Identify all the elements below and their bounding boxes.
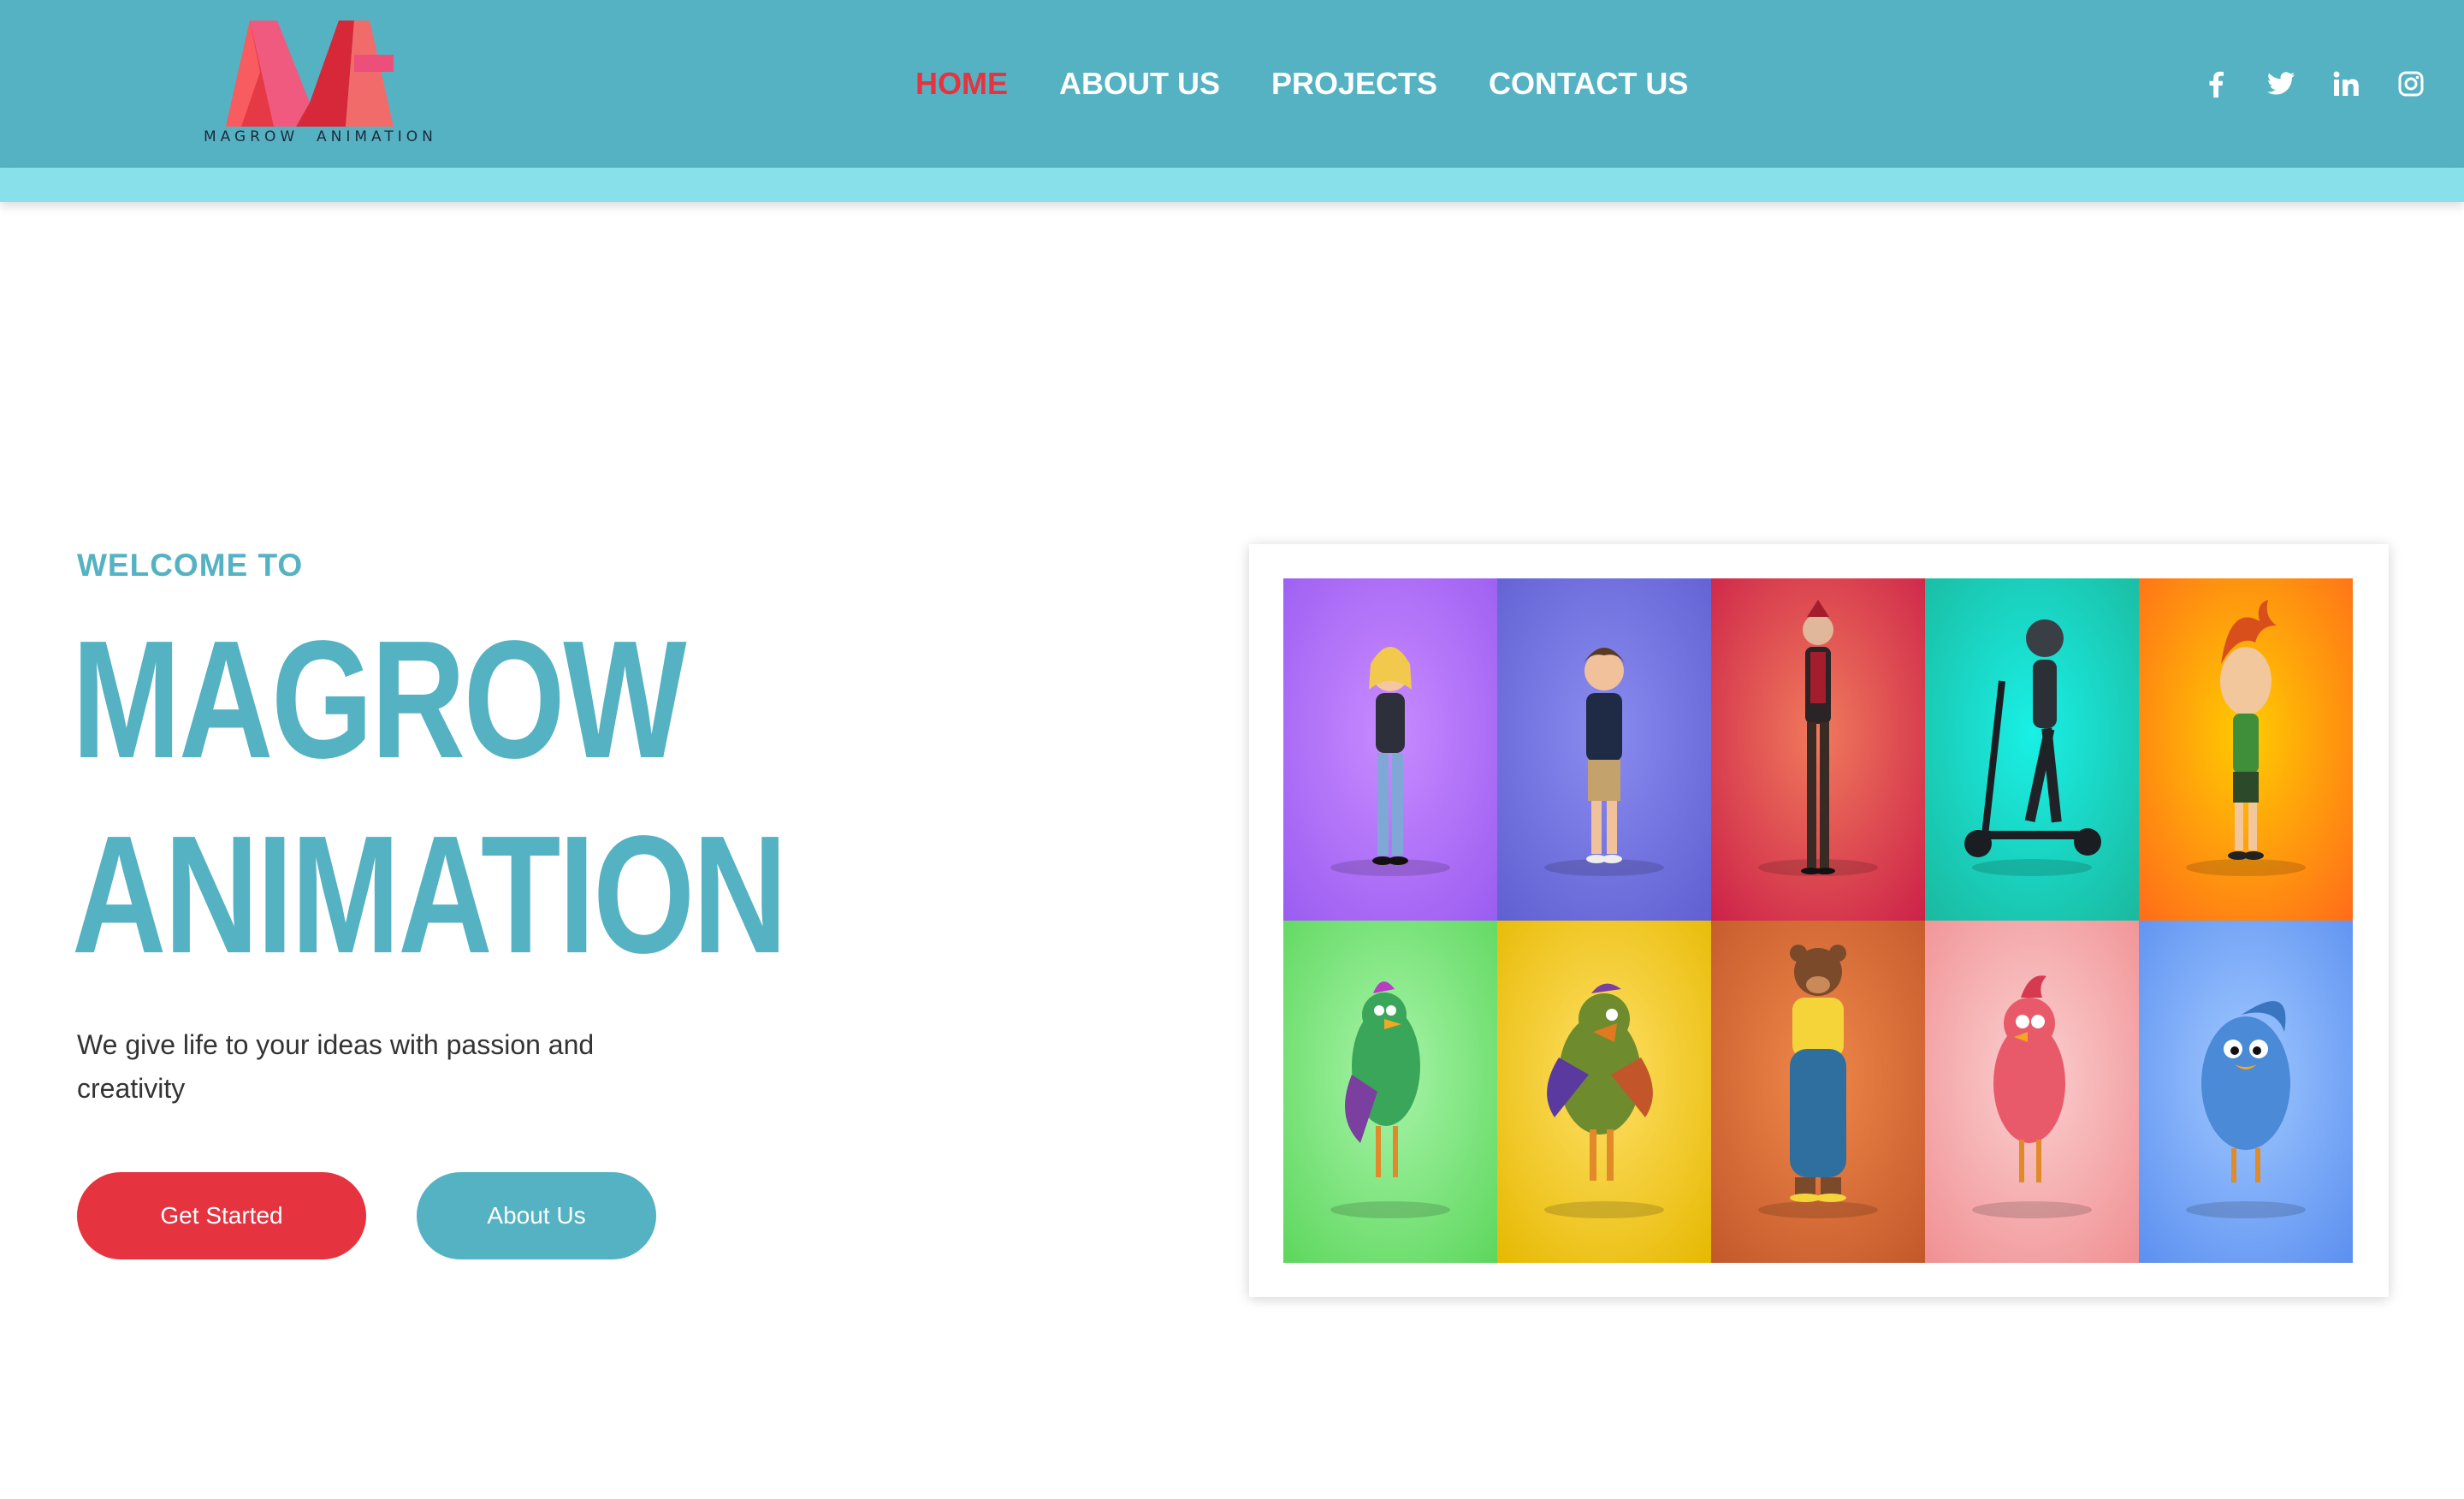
girl-character-icon <box>1283 578 1497 921</box>
green-bird-character-icon <box>1283 921 1497 1263</box>
nav-item-about-us[interactable]: ABOUT US <box>1059 62 1220 106</box>
bear-character-icon <box>1711 921 1925 1263</box>
hero-title-line2: ANIMATION <box>72 801 787 988</box>
character-gallery <box>1249 544 2389 1297</box>
brand-logo[interactable]: MAGROW ANIMATION <box>204 15 437 152</box>
twitter-icon[interactable] <box>2266 68 2296 99</box>
boy-character-icon <box>1497 578 1711 921</box>
gallery-tile-redhead-boy-character[interactable] <box>2139 578 2353 921</box>
linkedin-icon[interactable] <box>2331 68 2361 99</box>
get-started-button[interactable]: Get Started <box>77 1172 366 1259</box>
blue-bird-character-icon <box>2139 921 2353 1263</box>
nav-item-projects[interactable]: PROJECTS <box>1271 62 1437 106</box>
pink-bird-character-icon <box>1925 921 2139 1263</box>
header-accent-stripe <box>0 168 2464 202</box>
villain-character-icon <box>1711 578 1925 921</box>
gallery-tile-pink-bird-character[interactable] <box>1925 921 2139 1263</box>
hero-eyebrow: WELCOME TO <box>77 548 304 583</box>
gallery-tile-girl-character[interactable] <box>1283 578 1497 921</box>
hero-title-line1: MAGROW <box>72 606 687 793</box>
hero-title: MAGROW ANIMATION <box>72 602 787 992</box>
gallery-tile-parrot-character[interactable] <box>1497 921 1711 1263</box>
gallery-tile-boy-character[interactable] <box>1497 578 1711 921</box>
logo-text: MAGROW ANIMATION <box>204 128 437 145</box>
nav-item-home[interactable]: HOME <box>915 62 1008 106</box>
logo-mark-icon <box>226 21 394 127</box>
gallery-tile-bear-character[interactable] <box>1711 921 1925 1263</box>
site-header: MAGROW ANIMATION HOME ABOUT US PROJECTS … <box>0 0 2464 168</box>
parrot-character-icon <box>1497 921 1711 1263</box>
gallery-tile-scooter-rider-character[interactable] <box>1925 578 2139 921</box>
scooter-rider-character-icon <box>1925 578 2139 921</box>
facebook-icon[interactable] <box>2200 68 2231 99</box>
gallery-tile-blue-bird-character[interactable] <box>2139 921 2353 1263</box>
about-us-button[interactable]: About Us <box>417 1172 656 1259</box>
gallery-tile-villain-character[interactable] <box>1711 578 1925 921</box>
gallery-grid <box>1283 578 2353 1263</box>
nav-item-contact-us[interactable]: CONTACT US <box>1489 62 1688 106</box>
instagram-icon[interactable] <box>2396 68 2426 99</box>
social-links <box>2200 68 2426 99</box>
gallery-tile-green-bird-character[interactable] <box>1283 921 1497 1263</box>
hero-subtitle: We give life to your ideas with passion … <box>77 1029 595 1104</box>
main-nav: HOME ABOUT US PROJECTS CONTACT US <box>915 62 1688 106</box>
redhead-boy-character-icon <box>2139 578 2353 921</box>
